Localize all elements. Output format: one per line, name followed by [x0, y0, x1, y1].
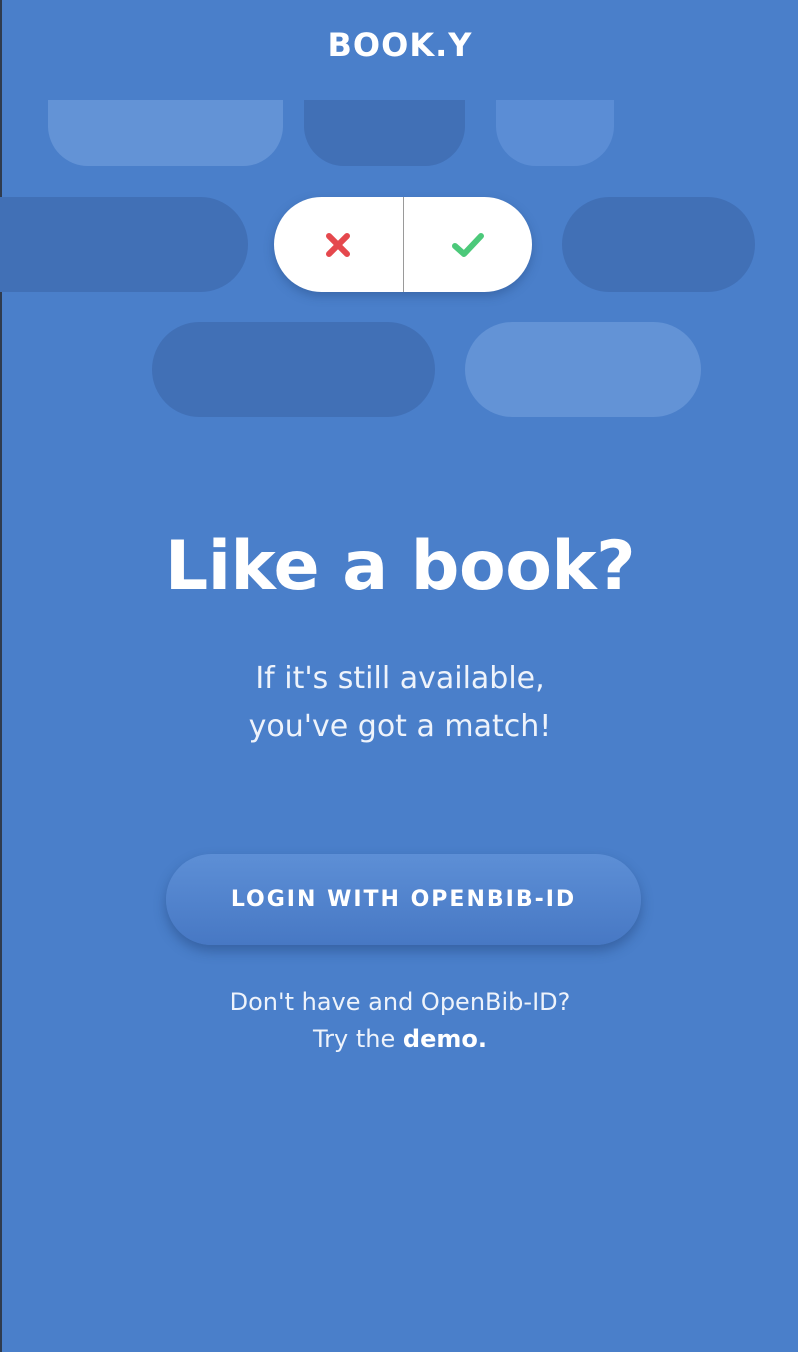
- decor-pill: [562, 197, 755, 292]
- accept-button[interactable]: [404, 197, 533, 292]
- decor-pill: [0, 197, 248, 292]
- decor-pill: [152, 322, 435, 417]
- decor-pill: [465, 322, 701, 417]
- decor-pill: [496, 100, 614, 166]
- helper-prefix: Try the: [313, 1025, 403, 1053]
- subtitle-line-2: you've got a match!: [248, 709, 552, 744]
- decor-pill: [48, 100, 283, 166]
- helper-line-2: Try the demo.: [2, 1025, 798, 1053]
- login-button[interactable]: LOGIN WITH OPENBIB-ID: [166, 854, 641, 945]
- login-screen: BOOK.Y Like a book? If it's still availa…: [0, 0, 798, 1352]
- login-button-label: LOGIN WITH OPENBIB-ID: [230, 887, 577, 912]
- decor-pill: [304, 100, 465, 166]
- like-dislike-toggle: [274, 197, 532, 292]
- demo-link[interactable]: demo.: [403, 1025, 487, 1053]
- x-icon: [326, 232, 351, 257]
- check-icon: [451, 232, 484, 257]
- subtitle-line-1: If it's still available,: [255, 661, 545, 696]
- page-title: Like a book?: [164, 527, 636, 606]
- app-logo: BOOK.Y: [327, 26, 473, 64]
- helper-line-1: Don't have and OpenBib-ID?: [229, 988, 571, 1016]
- reject-button[interactable]: [274, 197, 403, 292]
